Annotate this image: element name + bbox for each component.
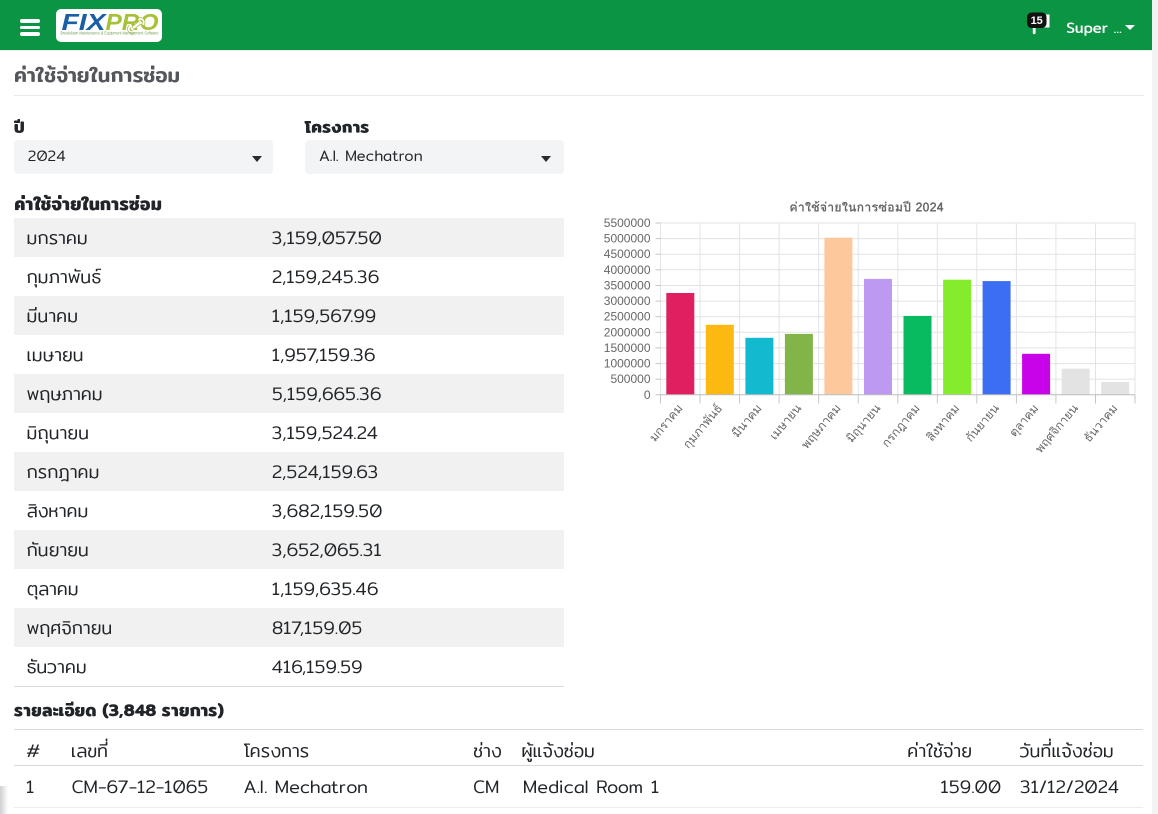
svg-text:5500000: 5500000: [604, 216, 651, 230]
svg-text:5000000: 5000000: [604, 232, 651, 246]
svg-text:ตุลาคม: ตุลาคม: [1005, 400, 1044, 441]
svg-text:กุมภาพันธ์: กุมภาพันธ์: [679, 400, 728, 453]
svg-text:2500000: 2500000: [604, 310, 651, 324]
svg-text:3000000: 3000000: [604, 294, 651, 308]
svg-text:พฤษภาคม: พฤษภาคม: [797, 400, 846, 453]
svg-text:ธันวาคม: ธันวาคม: [1079, 400, 1122, 447]
svg-text:กันยายน: กันยายน: [961, 400, 1004, 446]
svg-text:0: 0: [644, 388, 651, 402]
svg-text:1500000: 1500000: [604, 341, 651, 355]
svg-text:4500000: 4500000: [604, 247, 651, 261]
svg-text:2000000: 2000000: [604, 325, 651, 339]
svg-text:มีนาคม: มีนาคม: [728, 400, 767, 442]
svg-text:ค่าใช้จ่ายในการซ่อมปี 2024: ค่าใช้จ่ายในการซ่อมปี 2024: [789, 197, 943, 218]
svg-text:500000: 500000: [610, 372, 650, 386]
svg-text:สิงหาคม: สิงหาคม: [922, 400, 965, 446]
svg-text:3500000: 3500000: [604, 279, 651, 293]
svg-text:1000000: 1000000: [604, 357, 651, 371]
svg-text:15: 15: [1031, 15, 1043, 27]
svg-text:Breakdown Maintenance & Equipm: Breakdown Maintenance & Equipment Manage…: [61, 30, 159, 35]
svg-text:กรกฎาคม: กรกฎาคม: [877, 400, 925, 452]
svg-text:4000000: 4000000: [604, 263, 651, 277]
